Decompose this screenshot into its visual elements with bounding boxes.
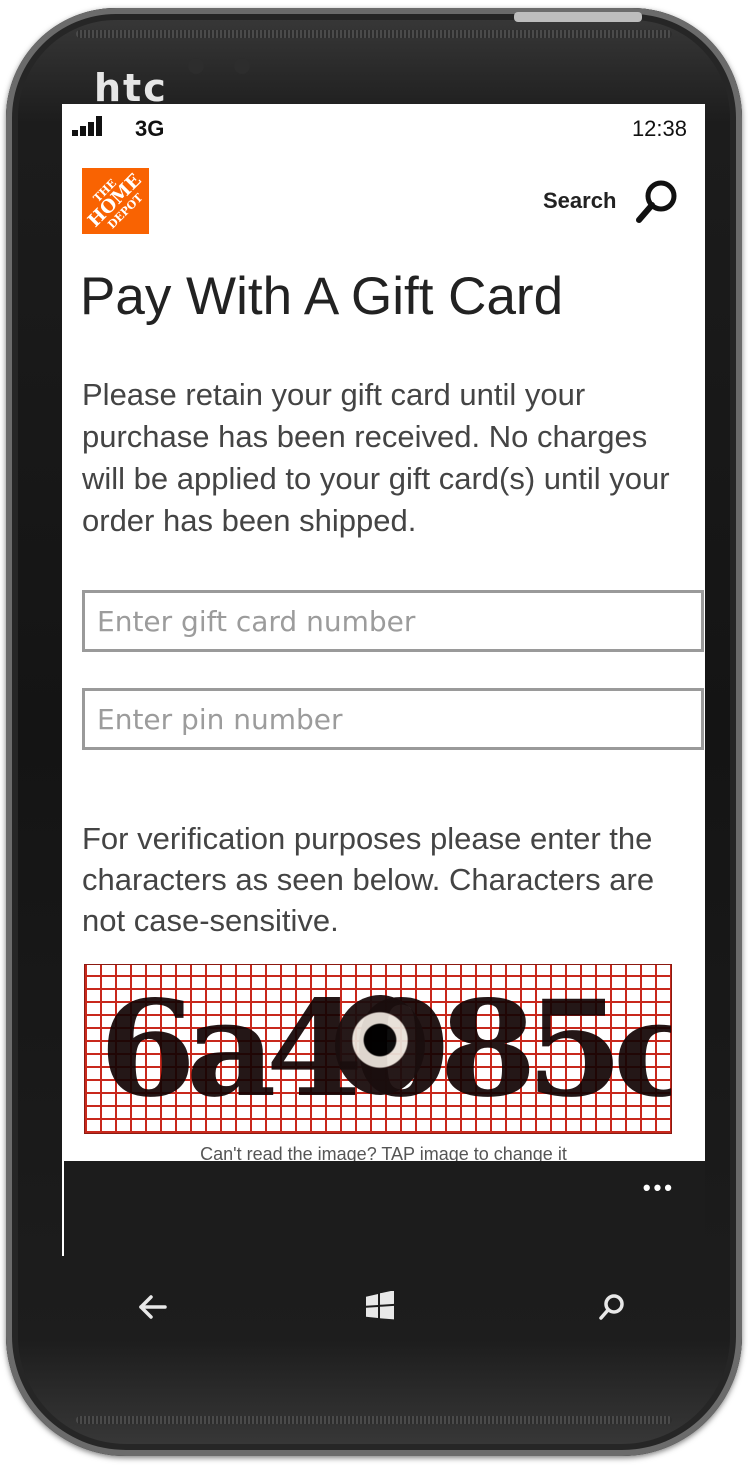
front-sensor xyxy=(188,58,204,74)
more-options-button[interactable]: ••• xyxy=(643,1175,675,1201)
gift-card-instructions: Please retain your gift card until your … xyxy=(82,377,670,538)
search-icon xyxy=(599,1294,624,1320)
power-button xyxy=(514,12,642,22)
logo-wordmark: THE HOME DEPOT xyxy=(84,169,147,232)
search-hardware-button[interactable] xyxy=(582,1282,642,1332)
start-button[interactable] xyxy=(350,1282,410,1332)
windows-logo-icon xyxy=(366,1291,394,1320)
verification-instructions: For verification purposes please enter t… xyxy=(82,821,655,938)
network-type: 3G xyxy=(135,116,165,141)
search-label[interactable]: Search xyxy=(543,188,616,214)
bottom-grill xyxy=(76,1416,672,1424)
front-camera xyxy=(234,58,250,74)
status-bar: 3G 12:38 xyxy=(62,104,705,152)
captcha-image[interactable]: 6a4085c xyxy=(84,964,672,1134)
back-button[interactable] xyxy=(122,1282,182,1332)
signal-strength-icon xyxy=(72,116,112,136)
gift-card-number-input[interactable] xyxy=(82,590,704,652)
search-icon[interactable] xyxy=(630,176,682,228)
home-depot-logo[interactable]: THE HOME DEPOT xyxy=(82,168,149,234)
captcha-distortion xyxy=(335,995,425,1095)
pin-number-input[interactable] xyxy=(82,688,704,750)
status-time: 12:38 xyxy=(631,116,687,141)
screen: 3G 12:38 THE HOME DEPOT Search Pay With … xyxy=(62,104,705,1256)
back-arrow-icon xyxy=(139,1295,167,1319)
app-bar: ••• xyxy=(64,1161,705,1256)
page-title: Pay With A Gift Card xyxy=(80,267,564,326)
speaker-grill xyxy=(76,30,672,38)
